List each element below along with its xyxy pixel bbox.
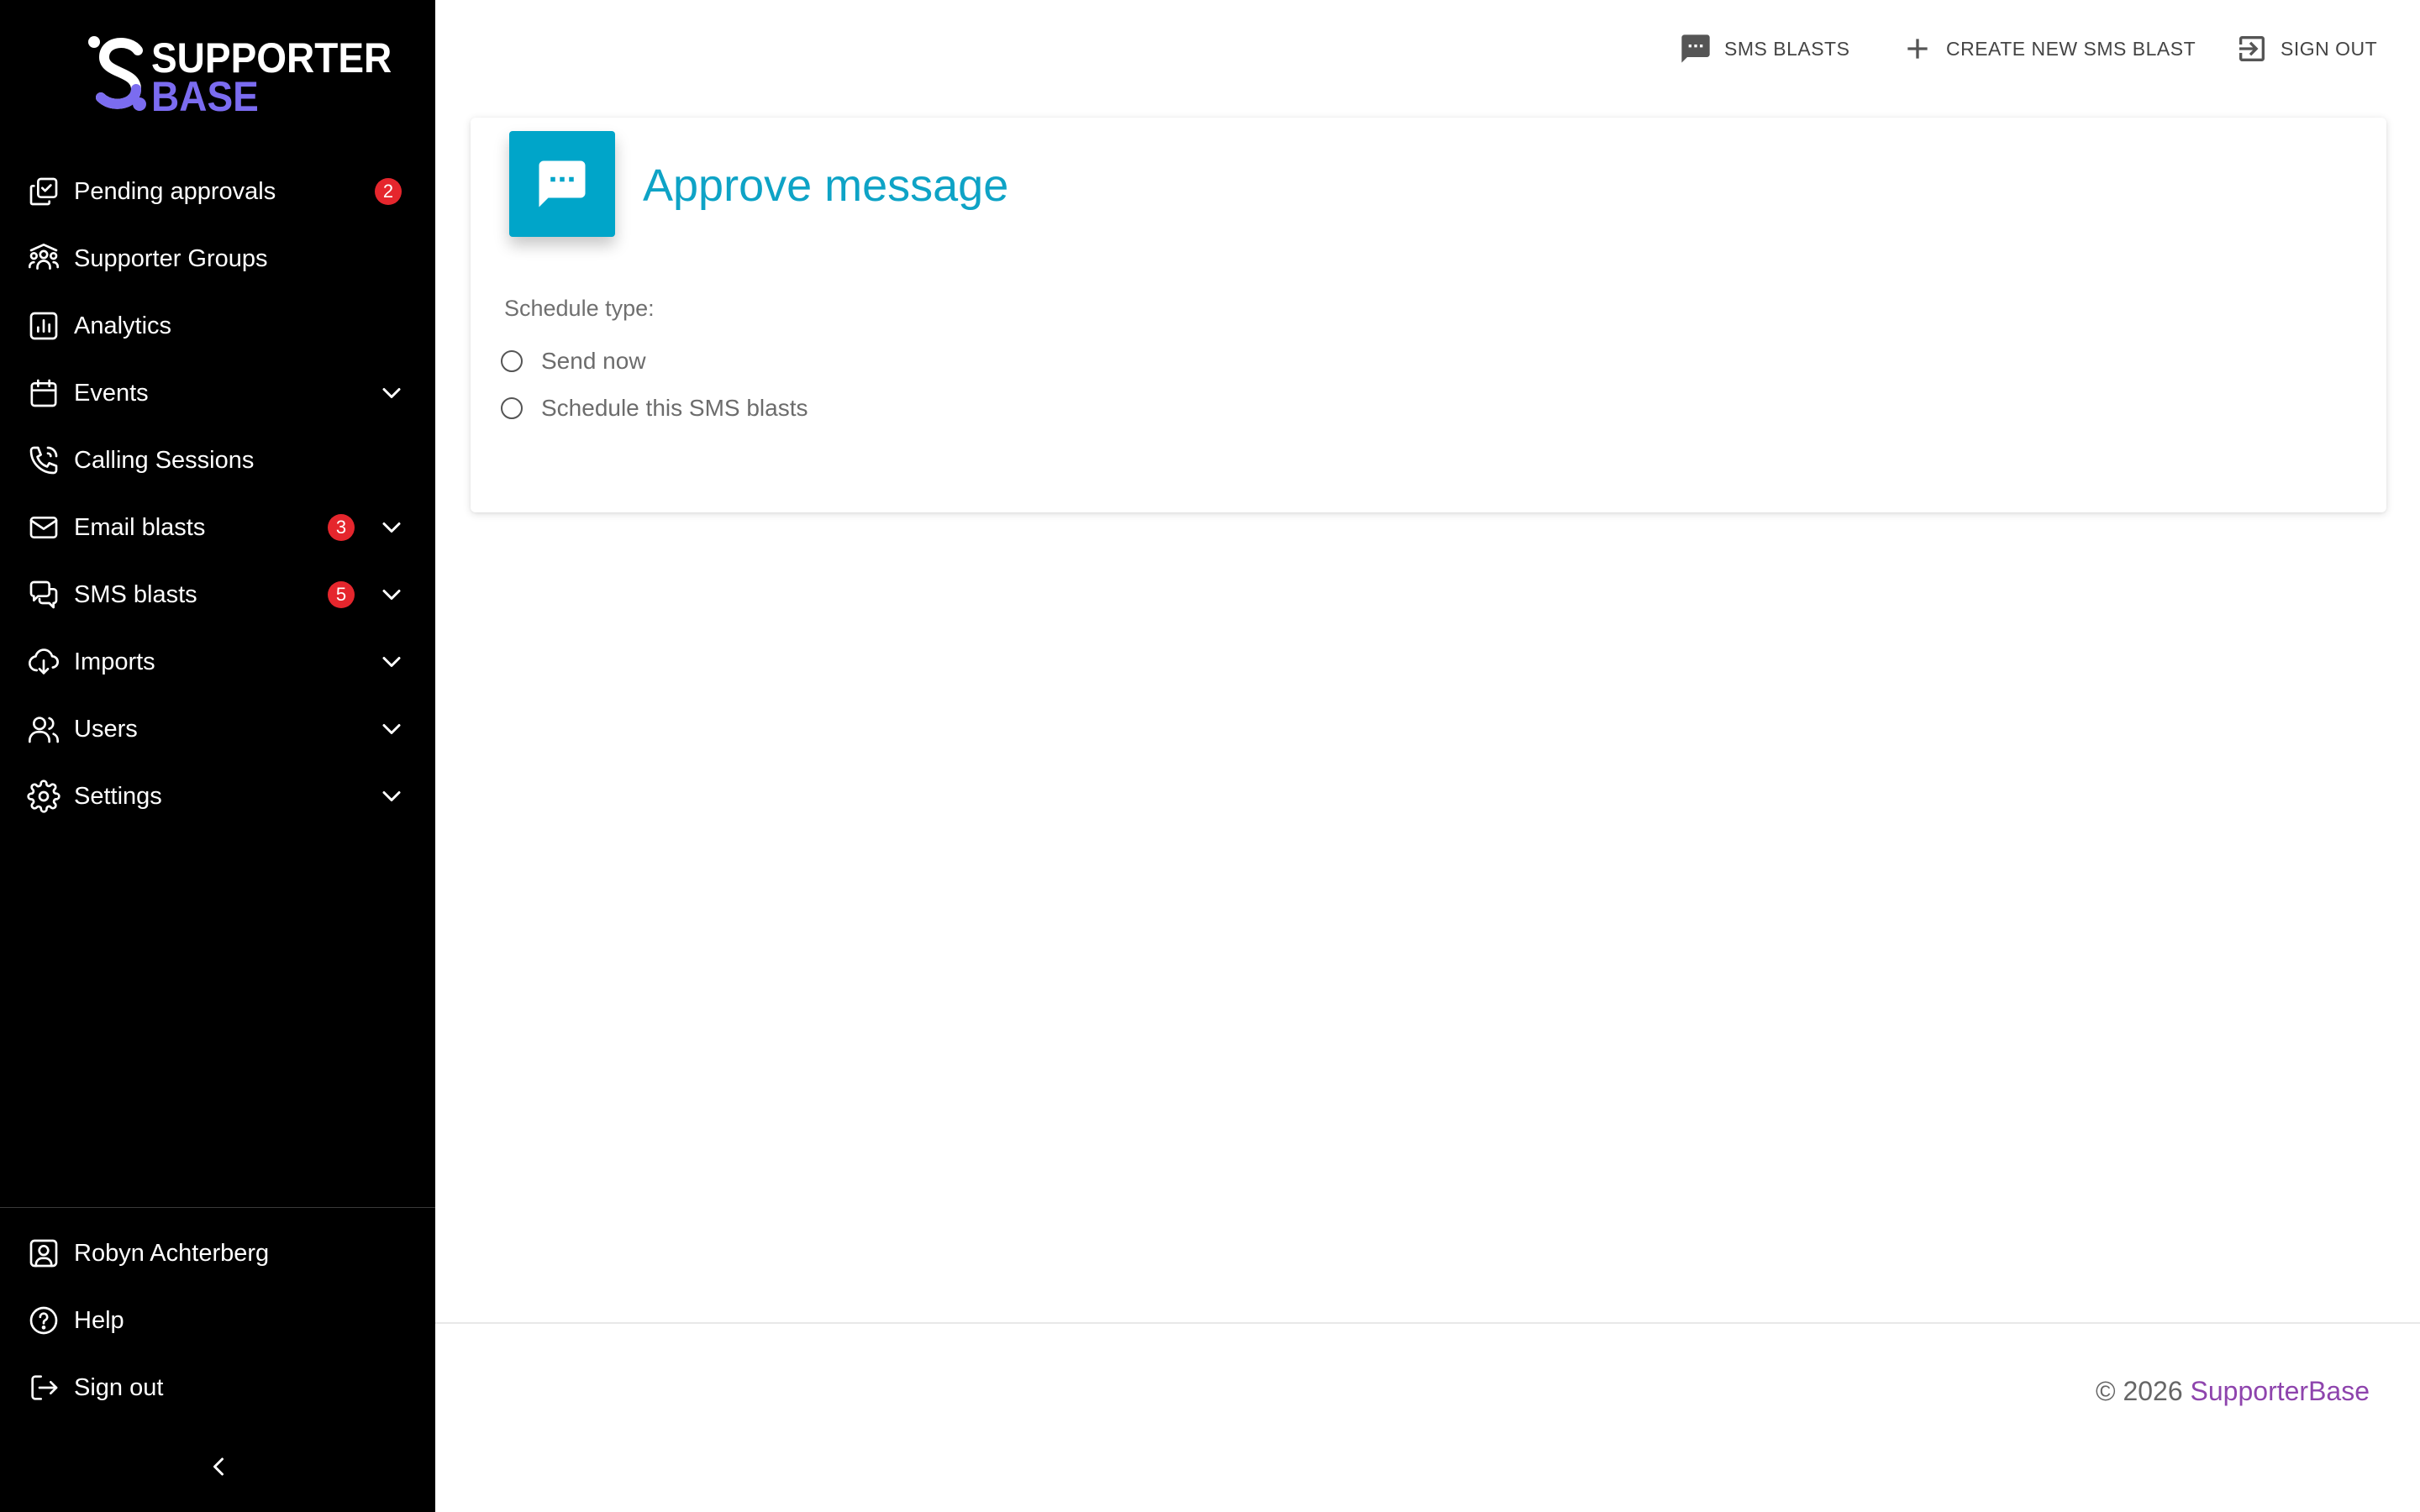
sidebar-item-analytics[interactable]: Analytics [0,292,435,360]
sidebar-item-label: Pending approvals [74,177,276,205]
sidebar-item-account[interactable]: Robyn Achterberg [0,1220,435,1287]
sidebar-item-label: Settings [74,782,162,810]
sms-message-icon [539,160,586,207]
users-icon [27,712,60,746]
create-new-sms-blast-button[interactable]: CREATE NEW SMS BLAST [1901,30,2196,67]
footer-copyright: © 2026 SupporterBase [2096,1376,2370,1407]
analytics-icon [27,309,60,343]
chevron-down-icon[interactable] [376,781,407,811]
logo-word-base: BASE [151,73,259,120]
import-icon [27,645,60,679]
approve-message-card: Approve message Schedule type: Send now … [471,118,2386,512]
chat-icon [27,578,60,612]
sms-blasts-count-badge: 5 [328,581,355,608]
page-title: Approve message [643,160,1009,211]
sidebar-item-pending-approvals[interactable]: Pending approvals 2 [0,158,435,225]
supporterbase-link[interactable]: SupporterBase [2191,1376,2370,1406]
chevron-left-icon [213,1457,224,1476]
gear-icon [27,780,60,813]
plus-icon [1907,39,1928,59]
sidebar-divider [0,1207,435,1208]
radio-circle[interactable] [501,350,523,372]
footer-divider [435,1322,2420,1324]
sidebar-item-label: Analytics [74,312,172,339]
radio-label: Schedule this SMS blasts [541,395,808,421]
sidebar-item-calling-sessions[interactable]: Calling Sessions [0,427,435,494]
chevron-down-icon[interactable] [376,378,407,408]
sidebar-item-label: Calling Sessions [74,446,255,474]
chevron-down-icon[interactable] [376,647,407,677]
sign-out-button[interactable]: SIGN OUT [2235,30,2377,67]
schedule-type-label: Schedule type: [504,296,655,321]
groups-icon [27,242,60,276]
sidebar-item-email-blasts[interactable]: Email blasts 3 [0,494,435,561]
exit-to-app-icon [2239,36,2265,61]
sidebar-item-sign-out[interactable]: Sign out [0,1354,435,1421]
create-new-sms-blast-label: CREATE NEW SMS BLAST [1946,37,2196,60]
sidebar-bottom-nav: Robyn Achterberg Help Sign out [0,1220,435,1421]
sidebar-item-label: Supporter Groups [74,244,268,272]
sms-blasts-link-label: SMS BLASTS [1724,37,1850,60]
calendar-icon [27,376,60,410]
sidebar-item-users[interactable]: Users [0,696,435,763]
sidebar-item-supporter-groups[interactable]: Supporter Groups [0,225,435,292]
chevron-down-icon[interactable] [376,714,407,744]
sign-out-label: SIGN OUT [2281,37,2378,60]
user-name: Robyn Achterberg [74,1239,270,1267]
sidebar-item-label: Events [74,379,149,407]
sidebar-item-settings[interactable]: Settings [0,763,435,830]
sidebar: SUPPORTER BASE Pending approvals 2 Suppo… [0,0,435,1512]
chevron-down-icon[interactable] [376,512,407,543]
mail-icon [27,511,60,544]
user-account-icon [27,1236,60,1270]
help-icon [27,1304,60,1337]
sidebar-item-label: Sign out [74,1373,164,1401]
radio-send-now[interactable]: Send now [501,344,646,378]
collapse-sidebar-button[interactable] [203,1452,234,1482]
sidebar-item-imports[interactable]: Imports [0,628,435,696]
approvals-icon [27,175,60,208]
card-header-icon-box [509,131,615,237]
sidebar-item-label: Users [74,715,138,743]
radio-label: Send now [541,348,646,374]
sidebar-item-sms-blasts[interactable]: SMS blasts 5 [0,561,435,628]
pending-approvals-count-badge: 2 [375,178,402,205]
message-icon [1681,34,1710,63]
sidebar-item-label: SMS blasts [74,580,197,608]
sidebar-nav: Pending approvals 2 Supporter Groups Ana… [0,158,435,830]
sidebar-item-label: Imports [74,648,155,675]
sign-out-icon [27,1371,60,1404]
sms-blasts-link[interactable]: SMS BLASTS [1679,30,1849,67]
phone-icon [27,444,60,477]
chevron-down-icon[interactable] [376,580,407,610]
logo-mark-icon [88,36,146,111]
sidebar-item-label: Email blasts [74,513,206,541]
sidebar-item-events[interactable]: Events [0,360,435,427]
sidebar-item-label: Help [74,1306,124,1334]
radio-schedule[interactable]: Schedule this SMS blasts [501,391,808,425]
supporterbase-logo[interactable]: SUPPORTER BASE [86,34,392,120]
sidebar-item-help[interactable]: Help [0,1287,435,1354]
copyright-text: © 2026 [2095,1376,2183,1406]
radio-circle[interactable] [501,397,523,419]
email-blasts-count-badge: 3 [328,514,355,541]
